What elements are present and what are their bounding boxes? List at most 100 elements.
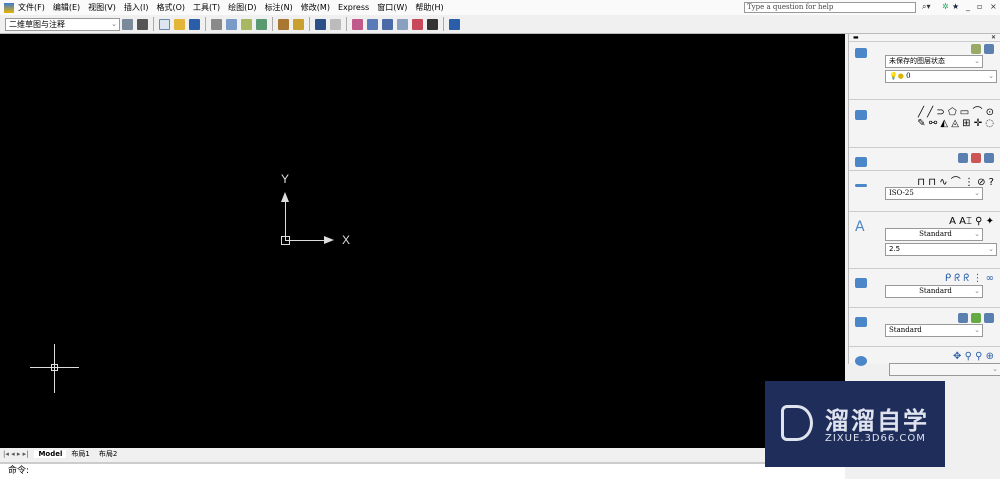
text-style-select[interactable]: Standard ⌄ [885,228,983,241]
3d-dwf-icon[interactable] [256,18,267,30]
menu-help[interactable]: 帮助(H) [415,2,443,13]
table-tool-icon[interactable] [984,312,994,323]
panel-close-icon[interactable]: ✕ [991,34,996,41]
draw-section: ╱ ╱ ⊃ ⬠ ▭ ⌒ ⊙ ✎ ⚯ ◭ ◬ ⊞ ✛ ◌ [849,104,1000,148]
command-line[interactable]: 命令: [0,462,845,479]
3d-tool-icon[interactable] [984,152,994,163]
menu-dimension[interactable]: 标注(N) [265,2,293,13]
mleader-style-select[interactable]: Standard ⌄ [885,285,983,298]
help-search-input[interactable]: Type a question for help [744,2,916,13]
favorites-star-icon[interactable]: ★ [952,2,959,11]
divider [205,17,206,31]
plot-preview-icon[interactable] [226,18,237,30]
navigation-icon [855,356,867,366]
divider [309,17,310,31]
open-file-icon[interactable] [174,18,185,30]
menu-format[interactable]: 格式(O) [156,2,185,13]
properties-icon[interactable] [367,18,378,30]
undo-icon[interactable] [315,18,326,30]
draw-tools-row1[interactable]: ╱ ╱ ⊃ ⬠ ▭ ⌒ ⊙ [918,103,994,118]
divider [153,17,154,31]
multileader-section: ᑭ ᖇ ᖇ ⋮ ∞ Standard ⌄ [849,272,1000,308]
menu-view[interactable]: 视图(V) [88,2,116,13]
layer-properties-icon[interactable] [971,43,981,54]
text-icon: A [855,219,865,235]
layer-state-select[interactable]: 未保存的图层状态 ⌄ [885,55,983,68]
app-logo-icon[interactable] [4,2,14,13]
calculator-icon[interactable] [427,18,438,30]
design-center-icon[interactable] [382,18,393,30]
tab-layout1[interactable]: 布局1 [67,449,93,459]
chevron-down-icon: ⌄ [111,19,117,28]
plot-icon[interactable] [211,18,222,30]
view-select[interactable]: ⌄ [889,363,1000,376]
help-icon[interactable] [449,18,460,30]
standard-toolbar: 二维草图与注释 ⌄ [0,15,1000,34]
table-style-value: Standard [889,326,922,334]
table-tool-icon[interactable] [971,312,981,323]
zoom-tools[interactable]: ✥ ⚲ ⚲ ⊕ [953,351,994,362]
tab-nav-arrows-icon[interactable]: |◂ ◂ ▸ ▸| [3,450,28,458]
chevron-down-icon: ⌄ [988,245,994,253]
menu-window[interactable]: 窗口(W) [377,2,407,13]
minimize-button[interactable]: _ [966,2,970,11]
restore-button[interactable]: ▫ [977,2,982,11]
menu-express[interactable]: Express [338,3,369,12]
y-axis-label: Y [281,172,290,186]
workspace-save-icon[interactable] [137,18,148,30]
multileader-tools[interactable]: ᑭ ᖇ ᖇ ⋮ ∞ [945,273,994,284]
x-axis-label: X [342,233,351,247]
command-prompt: 命令: [8,466,30,476]
3d-tool-icon[interactable] [958,152,968,163]
y-arrow-icon [281,192,289,202]
tool-palettes-icon[interactable] [397,18,408,30]
communication-icon[interactable]: ✲ [942,2,949,11]
drawing-canvas[interactable]: Y X [0,34,845,448]
menu-edit[interactable]: 编辑(E) [53,2,80,13]
chevron-down-icon: ⌄ [988,72,994,80]
dimension-tools[interactable]: ⊓ ⊓ ∿ ⌒ ⋮ ⊘ ? [917,173,994,188]
menu-file[interactable]: 文件(F) [18,2,45,13]
chevron-down-icon: ⌄ [974,230,980,238]
dim-style-select[interactable]: ISO-25 ⌄ [885,187,983,200]
divider [443,17,444,31]
workspace-select[interactable]: 二维草图与注释 ⌄ [5,17,120,31]
divider [272,17,273,31]
layer-states-icon[interactable] [984,43,994,54]
panel-titlebar[interactable]: ▬ ✕ [849,34,1000,42]
multileader-icon [855,278,867,288]
menu-modify[interactable]: 修改(M) [301,2,330,13]
layer-select[interactable]: 💡● 0 ⌄ [885,70,997,83]
text-height-select[interactable]: 2.5 ⌄ [885,243,997,256]
pan-icon[interactable] [352,18,363,30]
tab-model[interactable]: Model [34,450,67,458]
menu-tools[interactable]: 工具(T) [193,2,220,13]
search-icon[interactable]: ⌕▾ [922,2,931,12]
menu-draw[interactable]: 绘图(D) [228,2,256,13]
brush-icon[interactable] [293,18,304,30]
text-tools[interactable]: A A⌶ ⚲ ✦ [949,216,994,227]
menu-insert[interactable]: 插入(I) [124,2,149,13]
table-tool-icon[interactable] [958,312,968,323]
sheet-set-icon[interactable] [412,18,423,30]
save-icon[interactable] [189,18,200,30]
publish-icon[interactable] [241,18,252,30]
table-style-select[interactable]: Standard ⌄ [885,324,983,337]
match-properties-icon[interactable] [278,18,289,30]
play-logo-icon [781,405,813,441]
close-button[interactable]: × [990,2,997,11]
chevron-down-icon: ⌄ [992,365,998,373]
new-file-icon[interactable] [159,18,170,30]
table-icon [855,317,867,327]
tab-layout2[interactable]: 布局2 [95,449,121,459]
workspace-value: 二维草图与注释 [9,19,65,29]
chevron-down-icon: ⌄ [974,287,980,295]
draw-tools-row2[interactable]: ✎ ⚯ ◭ ◬ ⊞ ✛ ◌ [917,118,994,129]
workspace-settings-icon[interactable] [122,18,133,30]
chevron-down-icon: ⌄ [974,189,980,197]
redo-icon[interactable] [330,18,341,30]
layers-icon [855,48,867,58]
layers-section: 未保存的图层状态 ⌄ 💡● 0 ⌄ [849,42,1000,100]
3d-tool-icon[interactable] [971,152,981,163]
ucs-origin-icon [281,236,290,245]
